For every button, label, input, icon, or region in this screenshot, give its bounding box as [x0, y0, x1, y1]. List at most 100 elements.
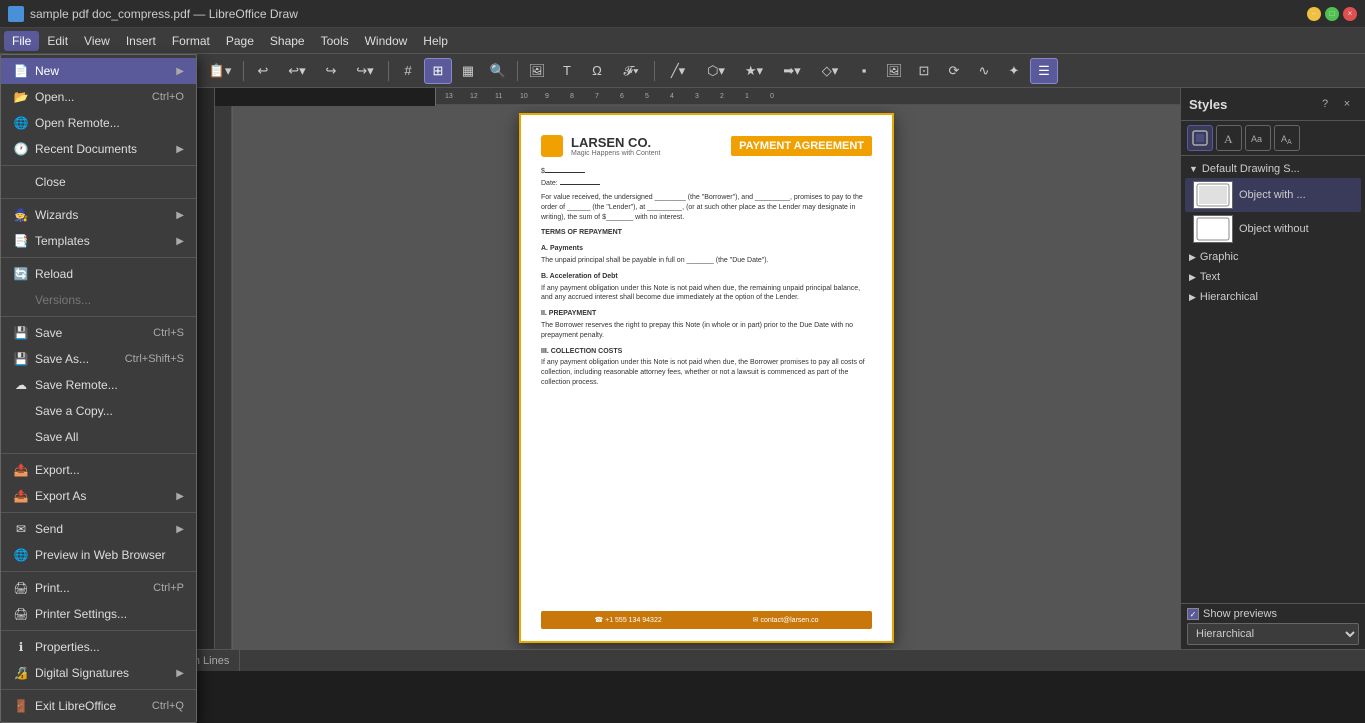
- menu-save-all[interactable]: Save All: [1, 424, 196, 450]
- collection-text: If any payment obligation under this Not…: [541, 358, 872, 387]
- prepayment-section: II. PREPAYMENT The Borrower reserves the…: [541, 309, 872, 340]
- menu-wizards[interactable]: 🧙 Wizards ▶: [1, 202, 196, 228]
- menu-save[interactable]: 💾 Save Ctrl+S: [1, 320, 196, 346]
- menu-insert[interactable]: Insert: [118, 31, 164, 51]
- hierarchical-styles-header[interactable]: ▶ Hierarchical: [1185, 288, 1361, 306]
- bezier-button[interactable]: ∿: [970, 58, 998, 84]
- menu-export-as[interactable]: 📤 Export As ▶: [1, 483, 196, 509]
- flowchart-button[interactable]: ◇▾: [812, 58, 848, 84]
- symbol-shapes-button[interactable]: ★▾: [736, 58, 772, 84]
- styles-help-button[interactable]: ?: [1315, 94, 1335, 114]
- picture-button[interactable]: 🖼: [880, 58, 908, 84]
- logo-icon: [541, 135, 563, 157]
- menu-recent[interactable]: 🕐 Recent Documents ▶: [1, 136, 196, 162]
- snap-grid-button[interactable]: ⊞: [424, 58, 452, 84]
- payments-section: A. Payments The unpaid principal shall b…: [541, 244, 872, 266]
- drawing-styles-icon[interactable]: [1187, 125, 1213, 151]
- menu-shape[interactable]: Shape: [262, 31, 313, 51]
- menu-tools[interactable]: Tools: [313, 31, 357, 51]
- menu-format[interactable]: Format: [164, 31, 218, 51]
- menu-print[interactable]: 🖨 Print... Ctrl+P: [1, 575, 196, 601]
- terms-section: TERMS OF REPAYMENT: [541, 228, 872, 238]
- export-as-icon: 📤: [13, 488, 29, 504]
- toolbar-separator-6: [654, 61, 655, 81]
- titlebar: sample pdf doc_compress.pdf — LibreOffic…: [0, 0, 1365, 28]
- insert-special-char-button[interactable]: Ω: [583, 58, 611, 84]
- menu-save-remote[interactable]: ☁ Save Remote...: [1, 372, 196, 398]
- show-previews-cb[interactable]: ✓ Show previews: [1187, 608, 1359, 620]
- size-styles-icon[interactable]: AA: [1274, 125, 1300, 151]
- close-button[interactable]: ×: [1343, 7, 1357, 21]
- grid-button[interactable]: #: [394, 58, 422, 84]
- sep-6: [1, 512, 196, 513]
- zoom-pan-button[interactable]: 🔍: [484, 58, 512, 84]
- titlebar-left: sample pdf doc_compress.pdf — LibreOffic…: [8, 6, 298, 22]
- minimize-button[interactable]: −: [1307, 7, 1321, 21]
- effects-button[interactable]: ✦: [1000, 58, 1028, 84]
- redo-list-button[interactable]: ↪▾: [347, 58, 383, 84]
- text-styles-icon[interactable]: A: [1216, 125, 1242, 151]
- style-object-with[interactable]: Object with ...: [1185, 178, 1361, 212]
- insert-fontwork-button[interactable]: 𝓕▾: [613, 58, 649, 84]
- menu-templates[interactable]: 📑 Templates ▶: [1, 228, 196, 254]
- custom-styles-icon[interactable]: Aa: [1245, 125, 1271, 151]
- undo-list-button[interactable]: ↩▾: [279, 58, 315, 84]
- transform-button[interactable]: ⟳: [940, 58, 968, 84]
- svg-text:11: 11: [495, 93, 502, 100]
- menu-file[interactable]: File: [4, 31, 39, 51]
- text-styles-header[interactable]: ▶ Text: [1185, 268, 1361, 286]
- crop-button[interactable]: ⊡: [910, 58, 938, 84]
- graphic-styles-header[interactable]: ▶ Graphic: [1185, 248, 1361, 266]
- menu-exit[interactable]: 🚪 Exit LibreOffice Ctrl+Q: [1, 693, 196, 719]
- open-remote-icon: 🌐: [13, 115, 29, 131]
- menu-printer-settings[interactable]: 🖨 Printer Settings...: [1, 601, 196, 627]
- styles-close-button[interactable]: ×: [1337, 94, 1357, 114]
- menu-open-remote[interactable]: 🌐 Open Remote...: [1, 110, 196, 136]
- menu-digital-sig[interactable]: 🔏 Digital Signatures ▶: [1, 660, 196, 686]
- menu-preview[interactable]: 🌐 Preview in Web Browser: [1, 542, 196, 568]
- block-arrows-button[interactable]: ➡▾: [774, 58, 810, 84]
- doc-footer: ☎ +1 555 134 94322 ✉ contact@larsen.co: [541, 611, 872, 629]
- style-object-without[interactable]: Object without: [1185, 212, 1361, 246]
- save-icon: 💾: [13, 325, 29, 341]
- menu-save-copy[interactable]: Save a Copy...: [1, 398, 196, 424]
- menu-help[interactable]: Help: [415, 31, 456, 51]
- sidebar-toggle-button[interactable]: ☰: [1030, 58, 1058, 84]
- menu-export[interactable]: 📤 Export...: [1, 457, 196, 483]
- svg-text:9: 9: [545, 93, 549, 100]
- canvas-with-ruler: 1312 1110 98 76 54 32 10: [215, 88, 1180, 649]
- shadow-button[interactable]: ▪: [850, 58, 878, 84]
- canvas-area[interactable]: LARSEN CO. Magic Happens with Content PA…: [233, 106, 1180, 649]
- insert-textbox-button[interactable]: T: [553, 58, 581, 84]
- menu-save-as[interactable]: 💾 Save As... Ctrl+Shift+S: [1, 346, 196, 372]
- tagline: Magic Happens with Content: [571, 150, 661, 157]
- print-menu-icon: 🖨: [13, 580, 29, 596]
- canvas-ruler-row: LARSEN CO. Magic Happens with Content PA…: [215, 106, 1180, 649]
- menu-new[interactable]: 📄 New ▶: [1, 58, 196, 84]
- paste-special-button[interactable]: 📋▾: [202, 58, 238, 84]
- default-drawing-styles-header[interactable]: ▼ Default Drawing S...: [1185, 160, 1361, 178]
- main-area: 1 1312: [0, 88, 1365, 649]
- lines-arrows-button[interactable]: ╱▾: [660, 58, 696, 84]
- text-group-expand-icon: ▶: [1189, 272, 1196, 283]
- undo-button[interactable]: ↩: [249, 58, 277, 84]
- menu-open[interactable]: 📂 Open... Ctrl+O: [1, 84, 196, 110]
- redo-button[interactable]: ↪: [317, 58, 345, 84]
- show-previews-checkbox[interactable]: ✓: [1187, 608, 1199, 620]
- menu-view[interactable]: View: [76, 31, 118, 51]
- save-all-icon: [13, 429, 29, 445]
- menu-reload[interactable]: 🔄 Reload: [1, 261, 196, 287]
- templates-icon: 📑: [13, 233, 29, 249]
- menu-page[interactable]: Page: [218, 31, 262, 51]
- menu-close[interactable]: Close: [1, 169, 196, 195]
- display-grid-button[interactable]: ▦: [454, 58, 482, 84]
- maximize-button[interactable]: □: [1325, 7, 1339, 21]
- svg-text:8: 8: [570, 93, 574, 100]
- basic-shapes-button[interactable]: ⬡▾: [698, 58, 734, 84]
- menu-window[interactable]: Window: [357, 31, 416, 51]
- styles-dropdown[interactable]: Hierarchical All Styles Applied Styles: [1187, 623, 1359, 645]
- menu-edit[interactable]: Edit: [39, 31, 76, 51]
- insert-image-button[interactable]: 🖼: [523, 58, 551, 84]
- menu-send[interactable]: ✉ Send ▶: [1, 516, 196, 542]
- menu-properties[interactable]: ℹ Properties...: [1, 634, 196, 660]
